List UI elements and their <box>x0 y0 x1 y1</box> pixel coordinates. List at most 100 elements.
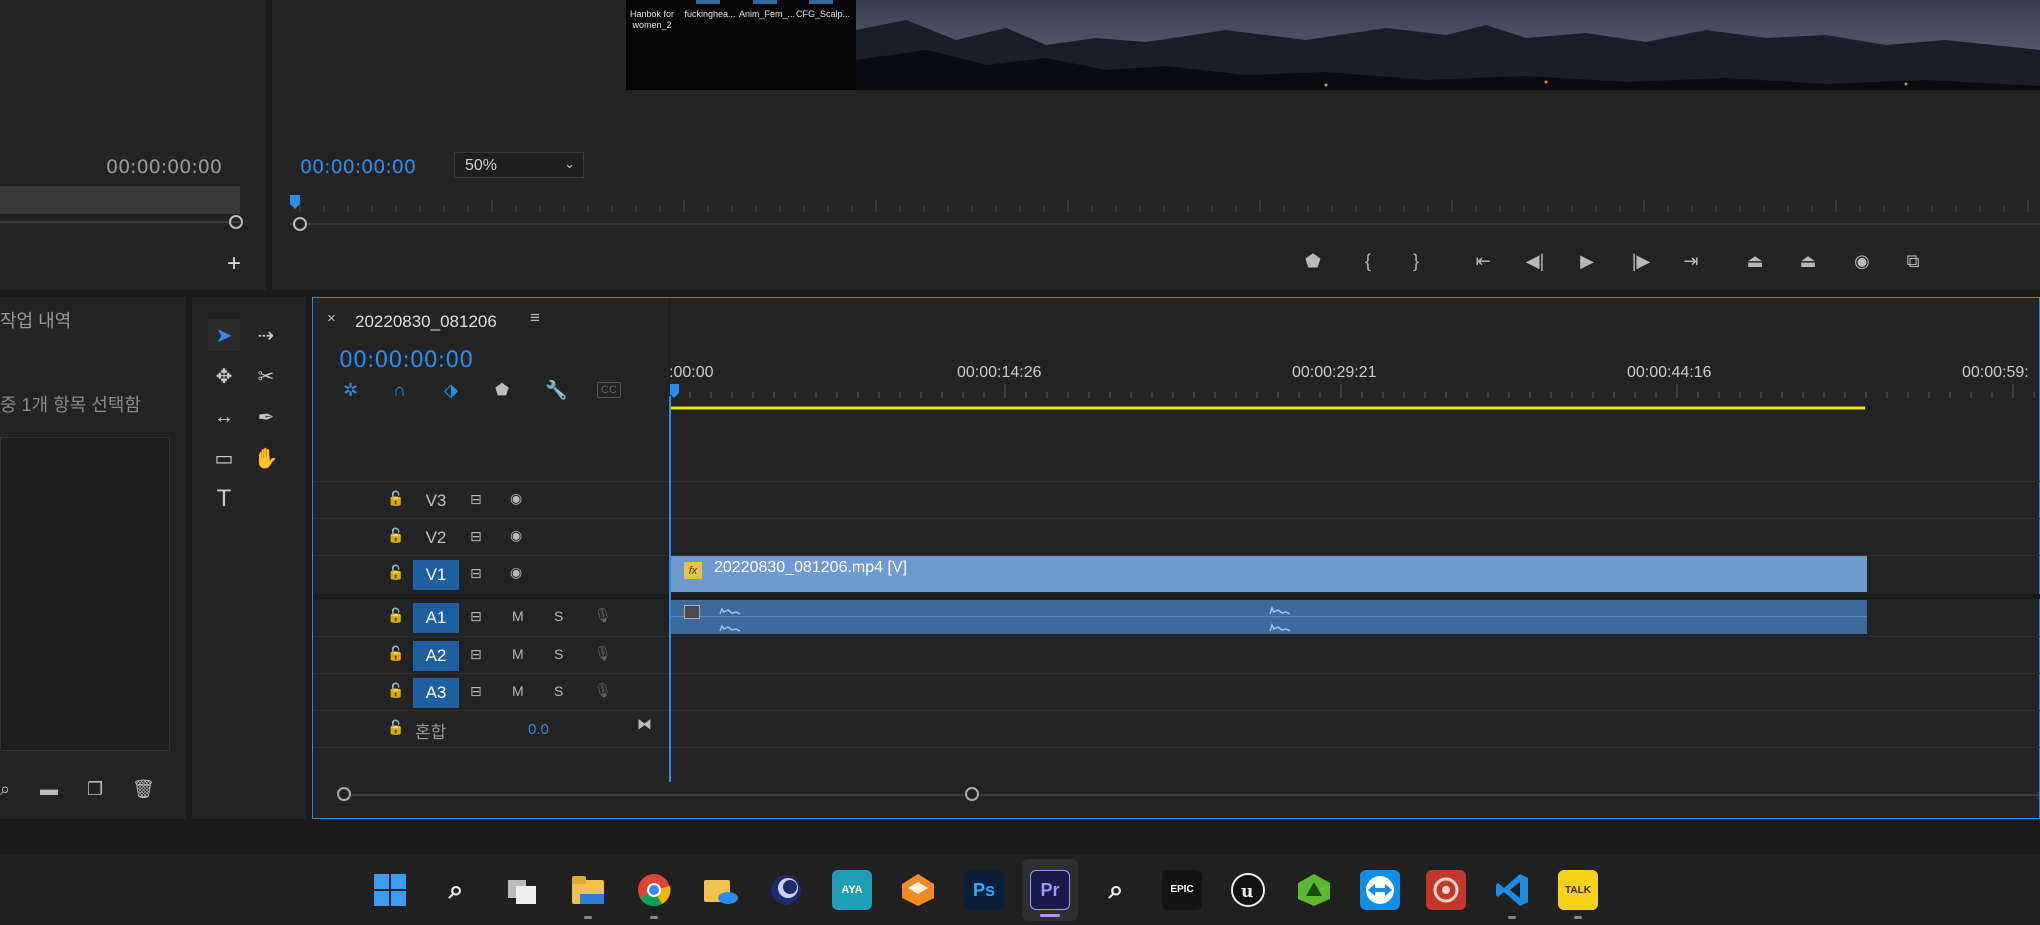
lock-icon[interactable]: 🔓 <box>387 645 404 662</box>
zoom-end-handle[interactable] <box>965 787 979 801</box>
history-title[interactable]: 작업 내역 <box>0 307 71 333</box>
sync-lock-icon[interactable]: ⊟ <box>470 608 482 625</box>
step-back-icon[interactable]: ◀| <box>1522 248 1548 274</box>
selection-tool-icon[interactable]: ➤ <box>208 319 240 351</box>
mute-button[interactable]: M <box>512 683 524 699</box>
windows-start-icon[interactable] <box>370 870 410 910</box>
source-zoom-handle[interactable] <box>229 215 243 229</box>
eye-icon[interactable]: ◉ <box>510 527 522 544</box>
add-button-icon[interactable]: + <box>227 250 241 278</box>
wrench-icon[interactable]: 🔧 <box>545 380 567 401</box>
eye-icon[interactable]: ◉ <box>510 490 522 507</box>
track-name-v1[interactable]: V1 <box>413 560 459 590</box>
lock-icon[interactable]: 🔓 <box>387 607 404 624</box>
mute-button[interactable]: M <box>512 646 524 662</box>
track-name-v2[interactable]: V2 <box>413 523 459 553</box>
microphone-icon[interactable]: 🎙 <box>594 607 612 624</box>
snap-magnet-icon[interactable]: ∩ <box>393 380 406 401</box>
track-select-tool-icon[interactable]: ⇢ <box>250 319 282 351</box>
track-name-a1[interactable]: A1 <box>413 603 459 633</box>
step-forward-icon[interactable]: |▶ <box>1628 248 1654 274</box>
vscode-icon[interactable] <box>1492 870 1532 910</box>
add-marker-icon[interactable]: ⬟ <box>495 380 509 400</box>
task-view-icon[interactable] <box>502 870 542 910</box>
lock-icon[interactable]: 🔓 <box>387 682 404 699</box>
type-tool-icon[interactable]: T <box>208 483 240 515</box>
sketch-app-icon[interactable] <box>898 870 938 910</box>
rectangle-tool-icon[interactable]: ▭ <box>208 442 240 474</box>
onedrive-folder-icon[interactable] <box>700 870 740 910</box>
lock-icon[interactable]: 🔓 <box>387 527 404 544</box>
add-marker-icon[interactable]: ⬟ <box>1300 248 1326 274</box>
lift-icon[interactable]: ⏏ <box>1742 248 1768 274</box>
file-explorer-icon[interactable] <box>568 870 608 910</box>
linked-selection-icon[interactable]: ⬗ <box>444 380 458 401</box>
menu-icon[interactable]: ≡ <box>530 308 540 328</box>
ripple-edit-tool-icon[interactable]: ✥ <box>208 360 240 392</box>
sync-lock-icon[interactable]: ⊟ <box>470 491 482 508</box>
captions-icon[interactable]: CC <box>597 382 621 398</box>
lock-icon[interactable]: 🔓 <box>387 490 404 507</box>
go-to-in-icon[interactable]: ⇤ <box>1470 248 1496 274</box>
mark-out-icon[interactable]: } <box>1403 248 1429 274</box>
epic-games-icon[interactable]: EPIC <box>1162 870 1202 910</box>
folder-icon[interactable]: ▬ <box>40 779 58 800</box>
kakaotalk-icon[interactable]: TALK <box>1558 870 1598 910</box>
cinema4d-icon[interactable] <box>766 870 806 910</box>
nest-sequence-icon[interactable]: ✲ <box>343 380 358 401</box>
zoom-select[interactable]: 50% ⌄ <box>454 152 584 178</box>
track-name-a3[interactable]: A3 <box>413 678 459 708</box>
razor-tool-icon[interactable]: ✂ <box>250 360 282 392</box>
audio-clip[interactable] <box>670 600 1867 634</box>
program-timecode[interactable]: 00:00:00:00 <box>300 156 416 178</box>
history-list[interactable] <box>0 437 170 751</box>
sync-lock-icon[interactable]: ⊟ <box>470 683 482 700</box>
mix-toggle-icon[interactable]: ⧓ <box>637 715 652 733</box>
mute-button[interactable]: M <box>512 608 524 624</box>
mark-in-icon[interactable]: { <box>1355 248 1381 274</box>
source-scrub-bar[interactable] <box>0 186 240 214</box>
fx-badge[interactable]: fx <box>684 562 702 579</box>
microphone-icon[interactable]: 🎙 <box>594 682 612 699</box>
track-name-v3[interactable]: V3 <box>413 486 459 516</box>
davinci-icon[interactable] <box>1426 870 1466 910</box>
video-clip[interactable]: fx 20220830_081206.mp4 [V] <box>670 556 1867 592</box>
play-icon[interactable]: ▶ <box>1574 248 1600 274</box>
hand-tool-icon[interactable]: ✋ <box>250 442 282 474</box>
solo-button[interactable]: S <box>554 683 563 699</box>
compare-icon[interactable]: ⧉ <box>1900 248 1926 274</box>
trash-icon[interactable]: 🗑 <box>132 779 155 800</box>
photoshop-icon[interactable]: Ps <box>964 870 1004 910</box>
eye-icon[interactable]: ◉ <box>510 564 522 581</box>
maya-icon[interactable]: AYA <box>832 870 872 910</box>
sync-lock-icon[interactable]: ⊟ <box>470 565 482 582</box>
sync-lock-icon[interactable]: ⊟ <box>470 528 482 545</box>
rizom-icon[interactable] <box>1294 870 1334 910</box>
extract-icon[interactable]: ⏏ <box>1795 248 1821 274</box>
pen-tool-icon[interactable]: ✒ <box>250 401 282 433</box>
unreal-icon[interactable]: u <box>1228 870 1268 910</box>
playhead[interactable] <box>669 396 671 782</box>
close-tab-icon[interactable]: × <box>327 310 336 327</box>
timeline-timecode[interactable]: 00:00:00:00 <box>339 348 473 373</box>
microphone-icon[interactable]: 🎙 <box>594 645 612 662</box>
zoom-start-handle[interactable] <box>337 787 351 801</box>
new-item-icon[interactable]: ❐ <box>87 779 103 800</box>
mix-volume-value[interactable]: 0.0 <box>528 721 549 738</box>
sync-lock-icon[interactable]: ⊟ <box>470 646 482 663</box>
go-to-out-icon[interactable]: ⇥ <box>1678 248 1704 274</box>
timeline-ruler[interactable] <box>669 384 2040 410</box>
program-time-ruler[interactable] <box>290 190 2040 232</box>
chrome-icon[interactable] <box>634 870 674 910</box>
slip-tool-icon[interactable]: ↔ <box>208 401 240 433</box>
track-name-a2[interactable]: A2 <box>413 641 459 671</box>
camera-icon[interactable]: ◉ <box>1849 248 1875 274</box>
lock-icon[interactable]: 🔓 <box>387 719 404 736</box>
lock-icon[interactable]: 🔓 <box>387 564 404 581</box>
search-icon[interactable]: ⌕ <box>436 870 476 910</box>
solo-button[interactable]: S <box>554 608 563 624</box>
solo-button[interactable]: S <box>554 646 563 662</box>
teamviewer-icon[interactable] <box>1360 870 1400 910</box>
sequence-tab[interactable]: 20220830_081206 <box>355 312 497 332</box>
mixed-reality-icon[interactable]: ⌕ <box>1096 870 1136 910</box>
